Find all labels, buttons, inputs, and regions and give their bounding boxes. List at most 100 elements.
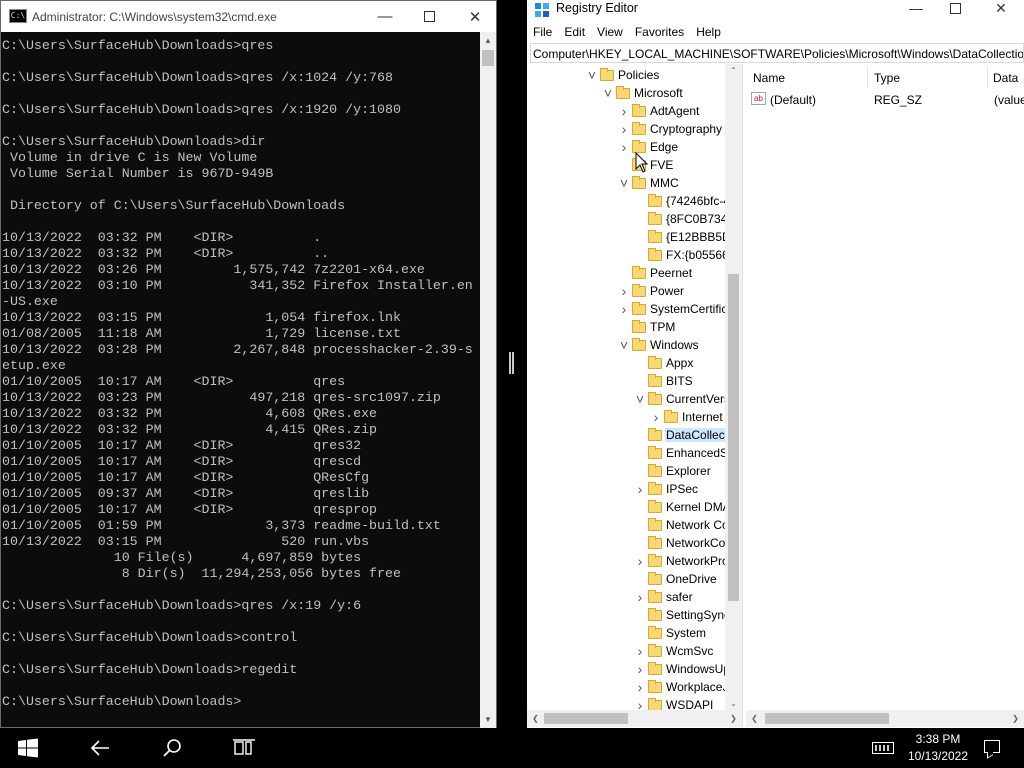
- tree-item[interactable]: {E12BBB5D-: [632, 228, 736, 246]
- tree-item[interactable]: DataCollect: [632, 426, 730, 444]
- tree-item[interactable]: › SystemCertific: [616, 300, 728, 318]
- cmd-window[interactable]: C:\ Administrator: C:\Windows\system32\c…: [0, 0, 497, 728]
- tree-item[interactable]: TPM: [616, 318, 676, 336]
- column-data[interactable]: Data: [993, 71, 1018, 85]
- scroll-down-arrow-icon[interactable]: ⌄: [725, 699, 742, 708]
- windows-start-icon[interactable]: [4, 728, 52, 768]
- scroll-down-arrow-icon[interactable]: ▼: [480, 711, 496, 728]
- menu-help[interactable]: Help: [690, 22, 727, 42]
- tree-item[interactable]: NetworkCo: [632, 534, 726, 552]
- address-bar[interactable]: Computer\HKEY_LOCAL_MACHINE\SOFTWARE\Pol…: [530, 43, 1024, 63]
- tree-item[interactable]: › WSDAPI: [632, 696, 714, 710]
- tree-item[interactable]: Explorer: [632, 462, 712, 480]
- cmd-scroll-thumb[interactable]: [482, 50, 494, 66]
- tree-item[interactable]: › Cryptography: [616, 120, 723, 138]
- scroll-right-arrow-icon[interactable]: ❯: [1007, 710, 1024, 727]
- chevron-right-icon[interactable]: ›: [632, 642, 648, 660]
- column-name[interactable]: Name: [753, 71, 785, 85]
- tree-item[interactable]: System: [632, 624, 707, 642]
- tree-scroll-thumb[interactable]: [728, 274, 739, 601]
- regedit-window[interactable]: Registry Editor — ✕ File Edit View Favor…: [527, 0, 1024, 728]
- chevron-right-icon[interactable]: ›: [616, 282, 632, 300]
- tree-item[interactable]: › WindowsUp: [632, 660, 731, 678]
- tree-item[interactable]: › Internet: [648, 408, 724, 426]
- tree-item[interactable]: ˅ Policies: [584, 66, 660, 84]
- tree-item[interactable]: ˅ MMC: [616, 174, 680, 192]
- notification-icon[interactable]: [984, 740, 1000, 753]
- close-button[interactable]: ✕: [452, 1, 498, 32]
- chevron-down-icon[interactable]: ˅: [616, 174, 632, 192]
- scroll-right-arrow-icon[interactable]: ❯: [725, 710, 742, 727]
- chevron-right-icon[interactable]: ›: [632, 552, 648, 570]
- list-horizontal-scrollbar[interactable]: ❮ ❯: [746, 710, 1024, 727]
- maximize-button[interactable]: [406, 1, 452, 32]
- tree-hscroll-thumb[interactable]: [544, 713, 628, 724]
- tree-item[interactable]: BITS: [632, 372, 694, 390]
- chevron-right-icon[interactable]: ›: [632, 696, 648, 710]
- chevron-down-icon[interactable]: ˅: [600, 84, 616, 102]
- tree-item[interactable]: › safer: [632, 588, 694, 606]
- tree-item[interactable]: Appx: [632, 354, 694, 372]
- chevron-right-icon[interactable]: ›: [632, 660, 648, 678]
- tree-item[interactable]: › NetworkPro: [632, 552, 730, 570]
- chevron-right-icon[interactable]: ›: [632, 678, 648, 696]
- scroll-left-arrow-icon[interactable]: ❮: [746, 710, 763, 727]
- divider-grip-icon[interactable]: [509, 352, 514, 374]
- tree-item[interactable]: › IPSec: [632, 480, 699, 498]
- tree-item[interactable]: {74246bfc-4: [632, 192, 731, 210]
- search-icon[interactable]: [148, 728, 196, 768]
- scroll-up-arrow-icon[interactable]: ▲: [480, 32, 496, 49]
- chevron-down-icon[interactable]: ˅: [584, 66, 600, 84]
- tree-horizontal-scrollbar[interactable]: ❮ ❯: [527, 710, 742, 727]
- chevron-right-icon[interactable]: ›: [616, 102, 632, 120]
- chevron-right-icon[interactable]: ›: [632, 588, 648, 606]
- menu-file[interactable]: File: [527, 22, 558, 42]
- tree-item[interactable]: FX:{b05566a: [632, 246, 736, 264]
- column-type[interactable]: Type: [874, 71, 900, 85]
- snap-divider[interactable]: [497, 0, 527, 728]
- chevron-right-icon[interactable]: ›: [616, 138, 632, 156]
- cmd-title-bar[interactable]: C:\ Administrator: C:\Windows\system32\c…: [1, 1, 496, 32]
- tree-item[interactable]: › WorkplaceJ: [632, 678, 729, 696]
- tree-item[interactable]: Network Co: [632, 516, 730, 534]
- tree-item[interactable]: ˅ CurrentVers: [632, 390, 731, 408]
- back-arrow-icon[interactable]: [76, 728, 124, 768]
- cmd-output[interactable]: C:\Users\SurfaceHub\Downloads>qres C:\Us…: [2, 38, 481, 726]
- tree-item[interactable]: OneDrive: [632, 570, 718, 588]
- tree-vertical-scrollbar[interactable]: ⌃ ⌄: [725, 64, 742, 710]
- value-row[interactable]: ab (Default) REG_SZ (value: [746, 90, 1024, 108]
- keyboard-icon[interactable]: [872, 742, 894, 754]
- tree-item[interactable]: ˅ Windows: [616, 336, 700, 354]
- tree-item[interactable]: EnhancedS: [632, 444, 729, 462]
- chevron-down-icon[interactable]: ˅: [632, 390, 648, 408]
- cmd-scrollbar[interactable]: ▲ ▼: [480, 32, 496, 728]
- scroll-up-arrow-icon[interactable]: ⌃: [725, 66, 742, 75]
- chevron-right-icon[interactable]: ›: [616, 120, 632, 138]
- tree-item[interactable]: › WcmSvc: [632, 642, 714, 660]
- tree-item[interactable]: ˅ Microsoft: [600, 84, 684, 102]
- tree-item[interactable]: › Power: [616, 282, 685, 300]
- chevron-right-icon[interactable]: ›: [616, 300, 632, 318]
- minimize-button[interactable]: —: [362, 1, 408, 32]
- menu-view[interactable]: View: [591, 22, 629, 42]
- tree-item[interactable]: › AdtAgent: [616, 102, 700, 120]
- close-button[interactable]: ✕: [978, 0, 1024, 16]
- chevron-right-icon[interactable]: ›: [632, 480, 648, 498]
- tree-item[interactable]: SettingSync: [632, 606, 731, 624]
- clock[interactable]: 3:38 PM 10/13/2022: [900, 731, 976, 765]
- regedit-title-bar[interactable]: Registry Editor — ✕: [527, 0, 1024, 22]
- list-hscroll-thumb[interactable]: [765, 713, 889, 724]
- menu-edit[interactable]: Edit: [558, 22, 591, 42]
- tree-item[interactable]: {8FC0B734-: [632, 210, 732, 228]
- task-view-icon[interactable]: [220, 728, 268, 768]
- values-list[interactable]: Name Type Data ab (Default) REG_SZ (valu…: [746, 64, 1024, 710]
- tree-item[interactable]: Kernel DMA: [632, 498, 732, 516]
- scroll-left-arrow-icon[interactable]: ❮: [527, 710, 544, 727]
- folder-icon: [616, 85, 630, 99]
- chevron-down-icon[interactable]: ˅: [616, 336, 632, 354]
- tree-item-label: CurrentVers: [666, 392, 731, 406]
- menu-favorites[interactable]: Favorites: [629, 22, 690, 42]
- maximize-button[interactable]: [932, 0, 978, 16]
- tree-item[interactable]: Peernet: [616, 264, 693, 282]
- chevron-right-icon[interactable]: ›: [648, 408, 664, 426]
